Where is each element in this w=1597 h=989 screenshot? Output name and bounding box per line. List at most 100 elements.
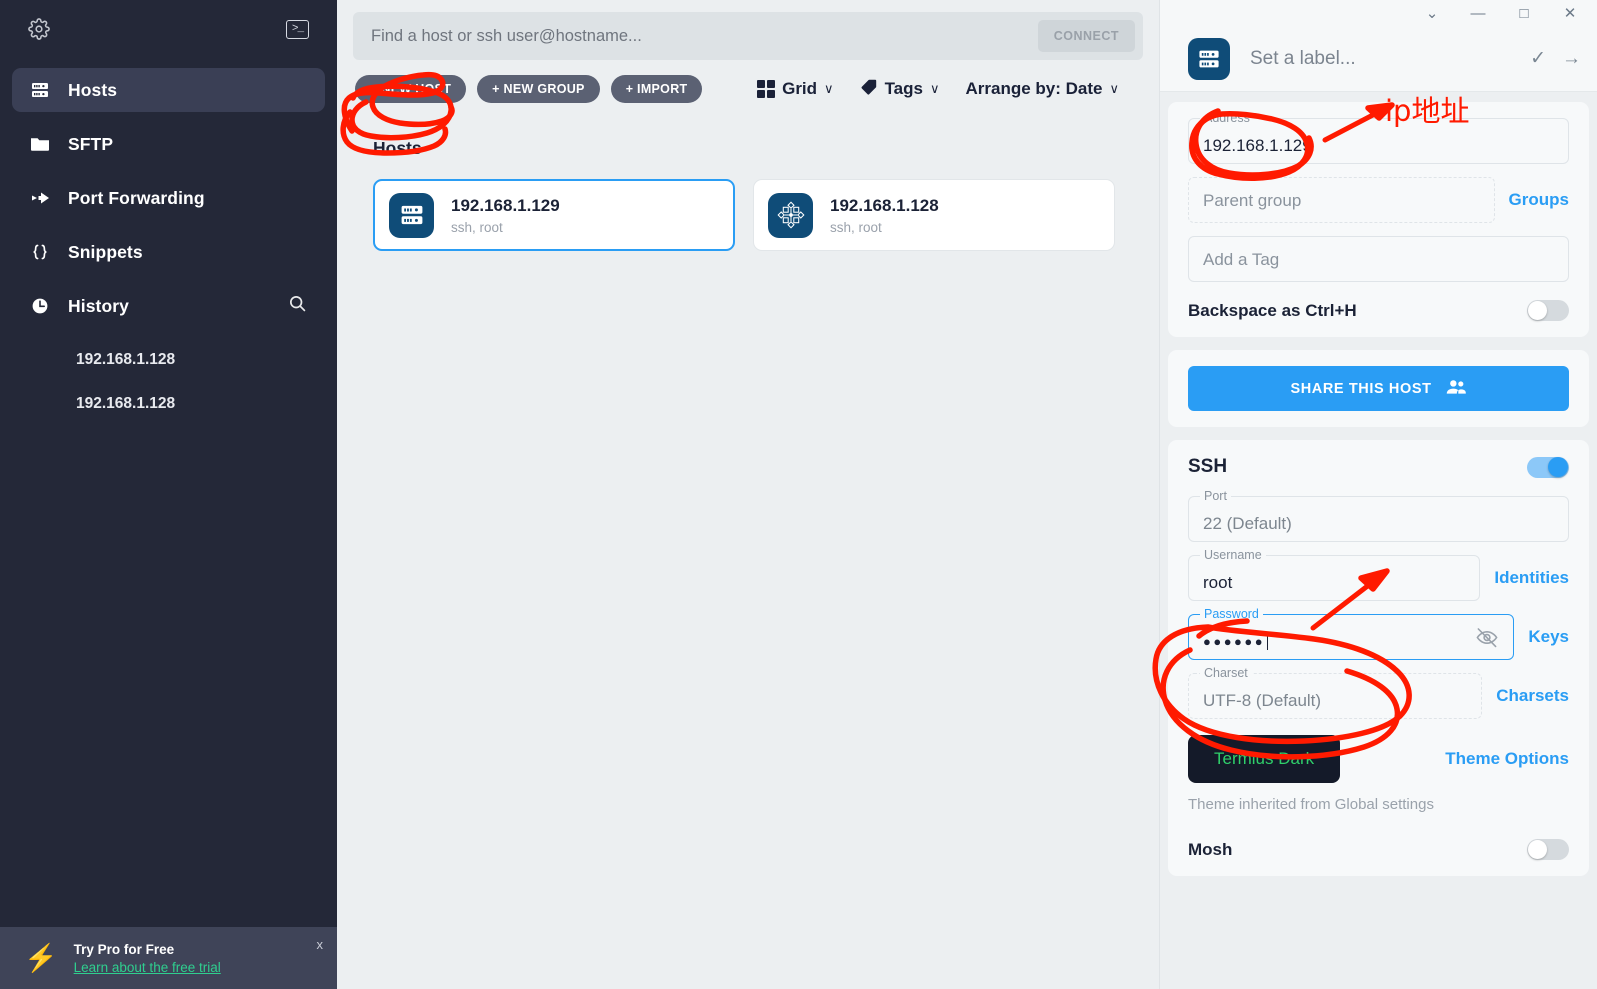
host-editor-header: ✓ → (1160, 26, 1597, 92)
search-icon[interactable] (288, 294, 307, 318)
sidebar-item-history[interactable]: History (12, 284, 325, 328)
address-label: Address * (1200, 111, 1263, 125)
tag-field[interactable]: Add a Tag (1188, 236, 1569, 282)
arrange-label: Arrange by: Date (965, 79, 1103, 98)
parent-group-field[interactable]: Parent group (1188, 177, 1495, 223)
share-this-host-button[interactable]: SHARE THIS HOST (1188, 366, 1569, 411)
parent-group-placeholder: Parent group (1203, 190, 1302, 210)
grid-icon (756, 79, 776, 99)
view-mode-dropdown[interactable]: Grid ∨ (756, 79, 834, 99)
charsets-link[interactable]: Charsets (1496, 686, 1569, 706)
host-subtitle: ssh, root (830, 219, 882, 235)
chevron-down-icon[interactable]: ⌄ (1409, 0, 1455, 26)
tags-dropdown[interactable]: Tags ∨ (860, 78, 940, 101)
import-button[interactable]: + IMPORT (610, 75, 703, 103)
parent-group-row: Parent group Groups (1188, 177, 1569, 223)
chevron-down-icon: ∨ (929, 81, 940, 96)
toolbar-right-controls: Grid ∨ Tags ∨ Arrange by: Date ∨ (756, 78, 1141, 101)
new-group-button[interactable]: + NEW GROUP (477, 75, 600, 103)
promo-link[interactable]: Learn about the free trial (74, 960, 221, 975)
general-settings-panel: Address * 192.168.1.129 Parent group Gro… (1168, 102, 1589, 337)
tag-icon (860, 78, 878, 101)
lightning-bolt-icon: ⚡ (24, 942, 58, 973)
sidebar-item-hosts[interactable]: Hosts (12, 68, 325, 112)
close-icon[interactable]: ✕ (1547, 0, 1593, 26)
mosh-toggle-row: Mosh (1188, 839, 1569, 860)
sidebar-item-label: SFTP (68, 133, 114, 154)
theme-row: Termius Dark Theme Options (1188, 735, 1569, 783)
identities-link[interactable]: Identities (1494, 568, 1569, 588)
username-row: Username root Identities (1188, 548, 1569, 601)
host-card[interactable]: 192.168.1.129 ssh, root (373, 179, 735, 251)
try-pro-banner[interactable]: ⚡ Try Pro for Free Learn about the free … (0, 927, 337, 989)
ssh-toggle[interactable] (1527, 456, 1569, 478)
backspace-label: Backspace as Ctrl+H (1188, 300, 1357, 320)
history-item[interactable]: 192.168.1.128 (12, 338, 325, 382)
host-subtitle: ssh, root (451, 219, 503, 235)
server-icon[interactable] (1188, 37, 1230, 80)
search-bar-wrapper: CONNECT (337, 0, 1159, 60)
host-editor-body: Address * 192.168.1.129 Parent group Gro… (1160, 92, 1597, 989)
maximize-icon[interactable]: □ (1501, 0, 1547, 26)
password-field[interactable]: Password ●●●●●● (1188, 607, 1515, 660)
groups-link[interactable]: Groups (1509, 190, 1569, 210)
sidebar-item-sftp[interactable]: SFTP (12, 122, 325, 166)
charset-row: Charset UTF-8 (Default) Charsets (1188, 666, 1569, 719)
ssh-panel: SSH Port 22 (Default) Username root Iden… (1168, 440, 1589, 876)
username-value: root (1203, 573, 1233, 592)
port-value: 22 (Default) (1203, 514, 1292, 533)
chevron-down-icon: ∨ (1109, 81, 1119, 96)
backspace-toggle-row: Backspace as Ctrl+H (1188, 300, 1569, 321)
charset-field[interactable]: Charset UTF-8 (Default) (1188, 666, 1483, 719)
host-name: 192.168.1.129 (451, 195, 560, 215)
address-value: 192.168.1.129 (1203, 136, 1312, 155)
history-item[interactable]: 192.168.1.128 (12, 382, 325, 426)
chevron-down-icon: ∨ (824, 81, 834, 96)
minimize-icon[interactable]: — (1455, 0, 1501, 26)
connect-button[interactable]: CONNECT (1037, 20, 1135, 52)
sidebar-item-port-forwarding[interactable]: Port Forwarding (12, 176, 325, 220)
mosh-toggle[interactable] (1527, 839, 1569, 860)
hosts-grid: 192.168.1.129 ssh, root 192.168.1.128 ss… (337, 159, 1159, 251)
forward-arrow-icon (30, 190, 56, 206)
share-panel: SHARE THIS HOST (1168, 350, 1589, 427)
backspace-toggle[interactable] (1527, 300, 1569, 321)
theme-options-link[interactable]: Theme Options (1445, 749, 1569, 769)
tags-label: Tags (884, 79, 923, 98)
password-row: Password ●●●●●● Keys (1188, 607, 1569, 660)
sidebar-item-label: Hosts (68, 79, 118, 100)
search-bar: CONNECT (353, 12, 1143, 60)
centos-logo-icon (768, 192, 813, 238)
sidebar-item-snippets[interactable]: Snippets (12, 230, 325, 274)
tag-placeholder: Add a Tag (1203, 249, 1280, 269)
username-label: Username (1200, 548, 1266, 562)
sidebar: >_ Hosts SFTP Port Forwarding Snippets H… (0, 0, 337, 989)
label-input[interactable] (1250, 47, 1515, 70)
search-input[interactable] (371, 26, 1038, 46)
close-icon[interactable]: x (317, 937, 324, 952)
theme-chip[interactable]: Termius Dark (1188, 735, 1341, 783)
charset-label: Charset (1200, 666, 1252, 680)
host-card-meta: 192.168.1.128 ssh, root (830, 196, 939, 235)
port-field[interactable]: Port 22 (Default) (1188, 489, 1569, 542)
folder-icon (30, 135, 56, 153)
host-editor-panel: ⌄ — □ ✕ ✓ (1160, 0, 1597, 989)
hosts-toolbar: + NEW HOST + NEW GROUP + IMPORT Grid ∨ T… (337, 60, 1159, 103)
arrow-right-icon[interactable]: → (1562, 48, 1581, 70)
terminal-icon[interactable]: >_ (286, 19, 309, 39)
username-field[interactable]: Username root (1188, 548, 1481, 601)
new-host-button[interactable]: + NEW HOST (355, 75, 467, 103)
keys-link[interactable]: Keys (1528, 627, 1569, 647)
address-field[interactable]: Address * 192.168.1.129 (1188, 111, 1569, 164)
main-content: CONNECT + NEW HOST + NEW GROUP + IMPORT … (337, 0, 1160, 989)
check-icon[interactable]: ✓ (1530, 47, 1546, 70)
eye-off-icon[interactable] (1475, 627, 1499, 653)
arrange-by-dropdown[interactable]: Arrange by: Date ∨ (966, 79, 1120, 99)
host-card[interactable]: 192.168.1.128 ssh, root (753, 179, 1115, 251)
ssh-header: SSH (1188, 456, 1569, 478)
view-mode-label: Grid (782, 79, 818, 98)
share-label: SHARE THIS HOST (1290, 380, 1432, 397)
window-titlebar: ⌄ — □ ✕ (1160, 0, 1597, 26)
gear-icon[interactable] (28, 18, 50, 40)
page-title: Hosts (373, 138, 422, 158)
